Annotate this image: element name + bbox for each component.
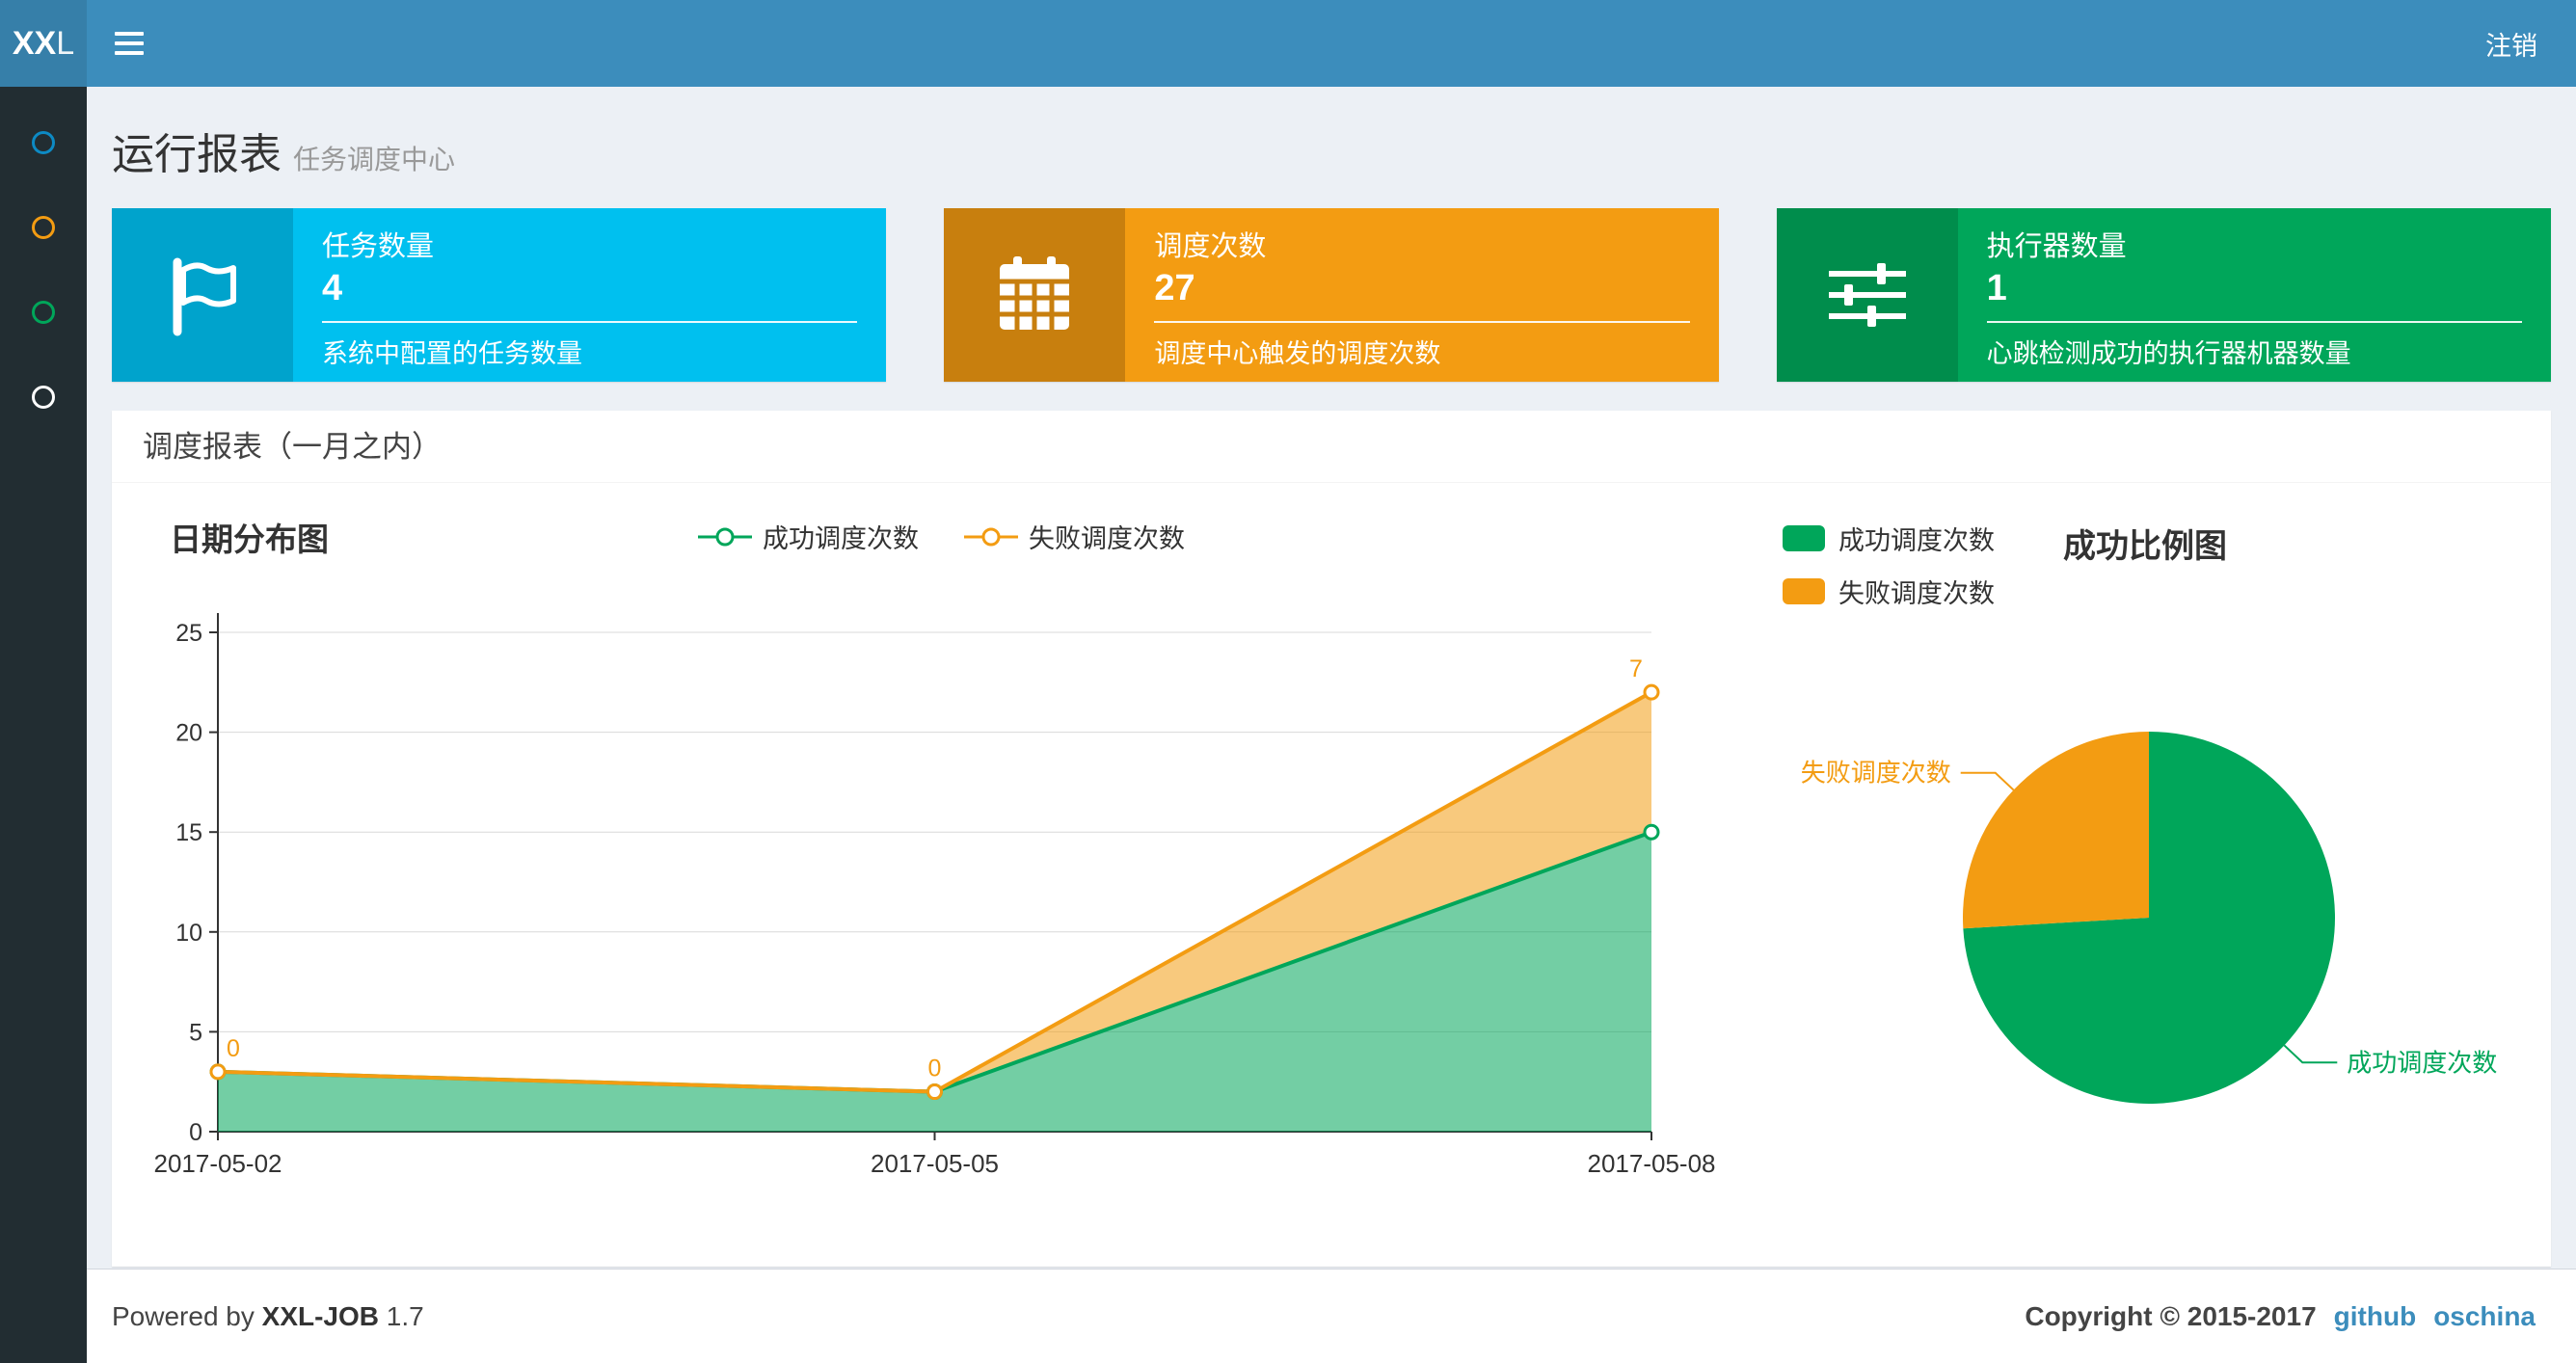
svg-text:失败调度次数: 失败调度次数	[1801, 759, 1951, 788]
info-box-content: 执行器数量 1 心跳检测成功的执行器机器数量	[1958, 208, 2551, 382]
divider	[1986, 321, 2522, 323]
info-box-description: 调度中心触发的调度次数	[1154, 339, 1441, 368]
legend-item-fail[interactable]: 失败调度次数	[1783, 573, 1995, 610]
success-ratio-chart: 成功调度次数 失败调度次数 成功比例图 成功调度次数 失败调度次数	[1741, 510, 2522, 1189]
content-area: 运行报表 任务调度中心 任务数量 4 系统中配置的任务数量 调度次数 27 调度…	[87, 87, 2576, 1269]
flag-icon	[112, 208, 293, 382]
circle-icon	[32, 301, 55, 324]
hamburger-icon	[115, 51, 144, 55]
line-marker-icon	[698, 527, 752, 546]
hamburger-icon	[115, 41, 144, 45]
logout-link[interactable]: 注销	[2485, 25, 2537, 63]
legend-item-success[interactable]: 成功调度次数	[1783, 520, 1995, 557]
sidebar-item-4[interactable]	[0, 355, 87, 440]
panel-title: 调度报表（一月之内）	[112, 411, 2551, 483]
line-chart-legend: 成功调度次数 失败调度次数	[141, 510, 1741, 555]
circle-icon	[32, 216, 55, 239]
legend-label: 成功调度次数	[763, 524, 919, 553]
sidebar-item-1[interactable]	[0, 100, 87, 185]
top-navbar: XX L 注销	[0, 0, 2576, 87]
svg-text:20: 20	[175, 720, 202, 747]
main-footer: Powered by XXL-JOB 1.7 Copyright © 2015-…	[87, 1269, 2576, 1363]
legend-swatch-icon	[1783, 525, 1825, 551]
svg-text:15: 15	[175, 819, 202, 846]
svg-text:0: 0	[928, 1056, 942, 1082]
svg-text:0: 0	[189, 1119, 202, 1146]
divider	[1154, 321, 1690, 323]
legend-swatch-icon	[1783, 578, 1825, 604]
circle-icon	[32, 386, 55, 409]
navbar-right: 注销	[2485, 0, 2576, 87]
svg-text:25: 25	[175, 620, 202, 647]
info-box-value: 27	[1154, 268, 1195, 308]
divider	[322, 321, 858, 323]
legend-item-success[interactable]: 成功调度次数	[697, 518, 919, 555]
hamburger-icon	[115, 32, 144, 36]
line-marker-icon	[964, 527, 1018, 546]
svg-text:2017-05-08: 2017-05-08	[1588, 1149, 1716, 1177]
content-header: 运行报表 任务调度中心	[87, 87, 2576, 208]
info-box-row: 任务数量 4 系统中配置的任务数量 调度次数 27 调度中心触发的调度次数 执行…	[87, 208, 2576, 382]
version-text: 1.7	[386, 1300, 424, 1331]
app-logo[interactable]: XX L	[0, 0, 87, 87]
legend-label: 失败调度次数	[1029, 524, 1185, 553]
info-box-label: 任务数量	[322, 231, 435, 262]
sidebar-item-3[interactable]	[0, 270, 87, 355]
powered-by-text: Powered by	[112, 1300, 255, 1331]
circle-icon	[32, 131, 55, 154]
sidebar-menu	[0, 100, 87, 440]
svg-text:7: 7	[1629, 655, 1643, 682]
report-panel: 调度报表（一月之内） 日期分布图 成功调度次数 失败调度次数 0 5 10 15…	[112, 411, 2551, 1267]
page-title-text: 运行报表	[112, 131, 282, 178]
info-box-value: 1	[1986, 268, 2007, 308]
app-logo-bold: XX	[12, 24, 57, 62]
oschina-link[interactable]: oschina	[2433, 1301, 2536, 1332]
info-box-content: 任务数量 4 系统中配置的任务数量	[293, 208, 886, 382]
footer-powered: Powered by XXL-JOB 1.7	[112, 1301, 424, 1332]
line-chart-head: 日期分布图 成功调度次数 失败调度次数	[141, 510, 1741, 560]
line-chart-title: 日期分布图	[170, 521, 329, 557]
legend-item-fail[interactable]: 失败调度次数	[963, 518, 1185, 555]
brand-text: XXL-JOB	[261, 1300, 380, 1331]
panel-body: 日期分布图 成功调度次数 失败调度次数 0 5 10 15 20 25 2017…	[112, 483, 2551, 1267]
info-box-label: 调度次数	[1154, 231, 1267, 262]
svg-text:成功调度次数: 成功调度次数	[2347, 1048, 2497, 1077]
sidebar	[0, 87, 87, 1363]
svg-text:2017-05-05: 2017-05-05	[871, 1149, 999, 1177]
date-distribution-chart: 日期分布图 成功调度次数 失败调度次数 0 5 10 15 20 25 2017…	[141, 510, 1741, 1189]
svg-text:10: 10	[175, 920, 202, 947]
page-title: 运行报表 任务调度中心	[112, 120, 2551, 181]
info-box-description: 系统中配置的任务数量	[322, 339, 582, 368]
app-logo-light: L	[56, 24, 75, 62]
info-box-executors: 执行器数量 1 心跳检测成功的执行器机器数量	[1776, 208, 2551, 382]
info-box-content: 调度次数 27 调度中心触发的调度次数	[1125, 208, 1718, 382]
info-box-jobs: 任务数量 4 系统中配置的任务数量	[112, 208, 887, 382]
info-box-label: 执行器数量	[1986, 231, 2127, 262]
info-box-description: 心跳检测成功的执行器机器数量	[1986, 339, 2351, 368]
copyright-text: Copyright © 2015-2017	[2025, 1300, 2317, 1331]
svg-text:2017-05-02: 2017-05-02	[154, 1149, 282, 1177]
line-chart-canvas: 05101520252017-05-02 2017-05-05 2017-05-08…	[154, 613, 1716, 1178]
pie-chart-title: 成功比例图	[2063, 528, 2227, 565]
sidebar-item-2[interactable]	[0, 185, 87, 270]
info-box-triggers: 调度次数 27 调度中心触发的调度次数	[944, 208, 1719, 382]
page-subtitle: 任务调度中心	[293, 145, 456, 174]
pie-chart-canvas: 成功调度次数 失败调度次数	[1801, 732, 2497, 1104]
calendar-icon	[944, 208, 1126, 382]
pie-chart-legend: 成功调度次数 失败调度次数	[1783, 520, 1995, 610]
svg-text:0: 0	[227, 1035, 240, 1062]
github-link[interactable]: github	[2334, 1301, 2417, 1332]
info-box-value: 4	[322, 268, 343, 308]
sidebar-toggle-button[interactable]	[87, 0, 172, 87]
legend-label: 成功调度次数	[1838, 526, 1995, 555]
legend-label: 失败调度次数	[1838, 579, 1995, 608]
footer-copyright: Copyright © 2015-2017 github oschina	[2025, 1301, 2536, 1332]
svg-text:5: 5	[189, 1019, 202, 1046]
sliders-icon	[1776, 208, 1958, 382]
